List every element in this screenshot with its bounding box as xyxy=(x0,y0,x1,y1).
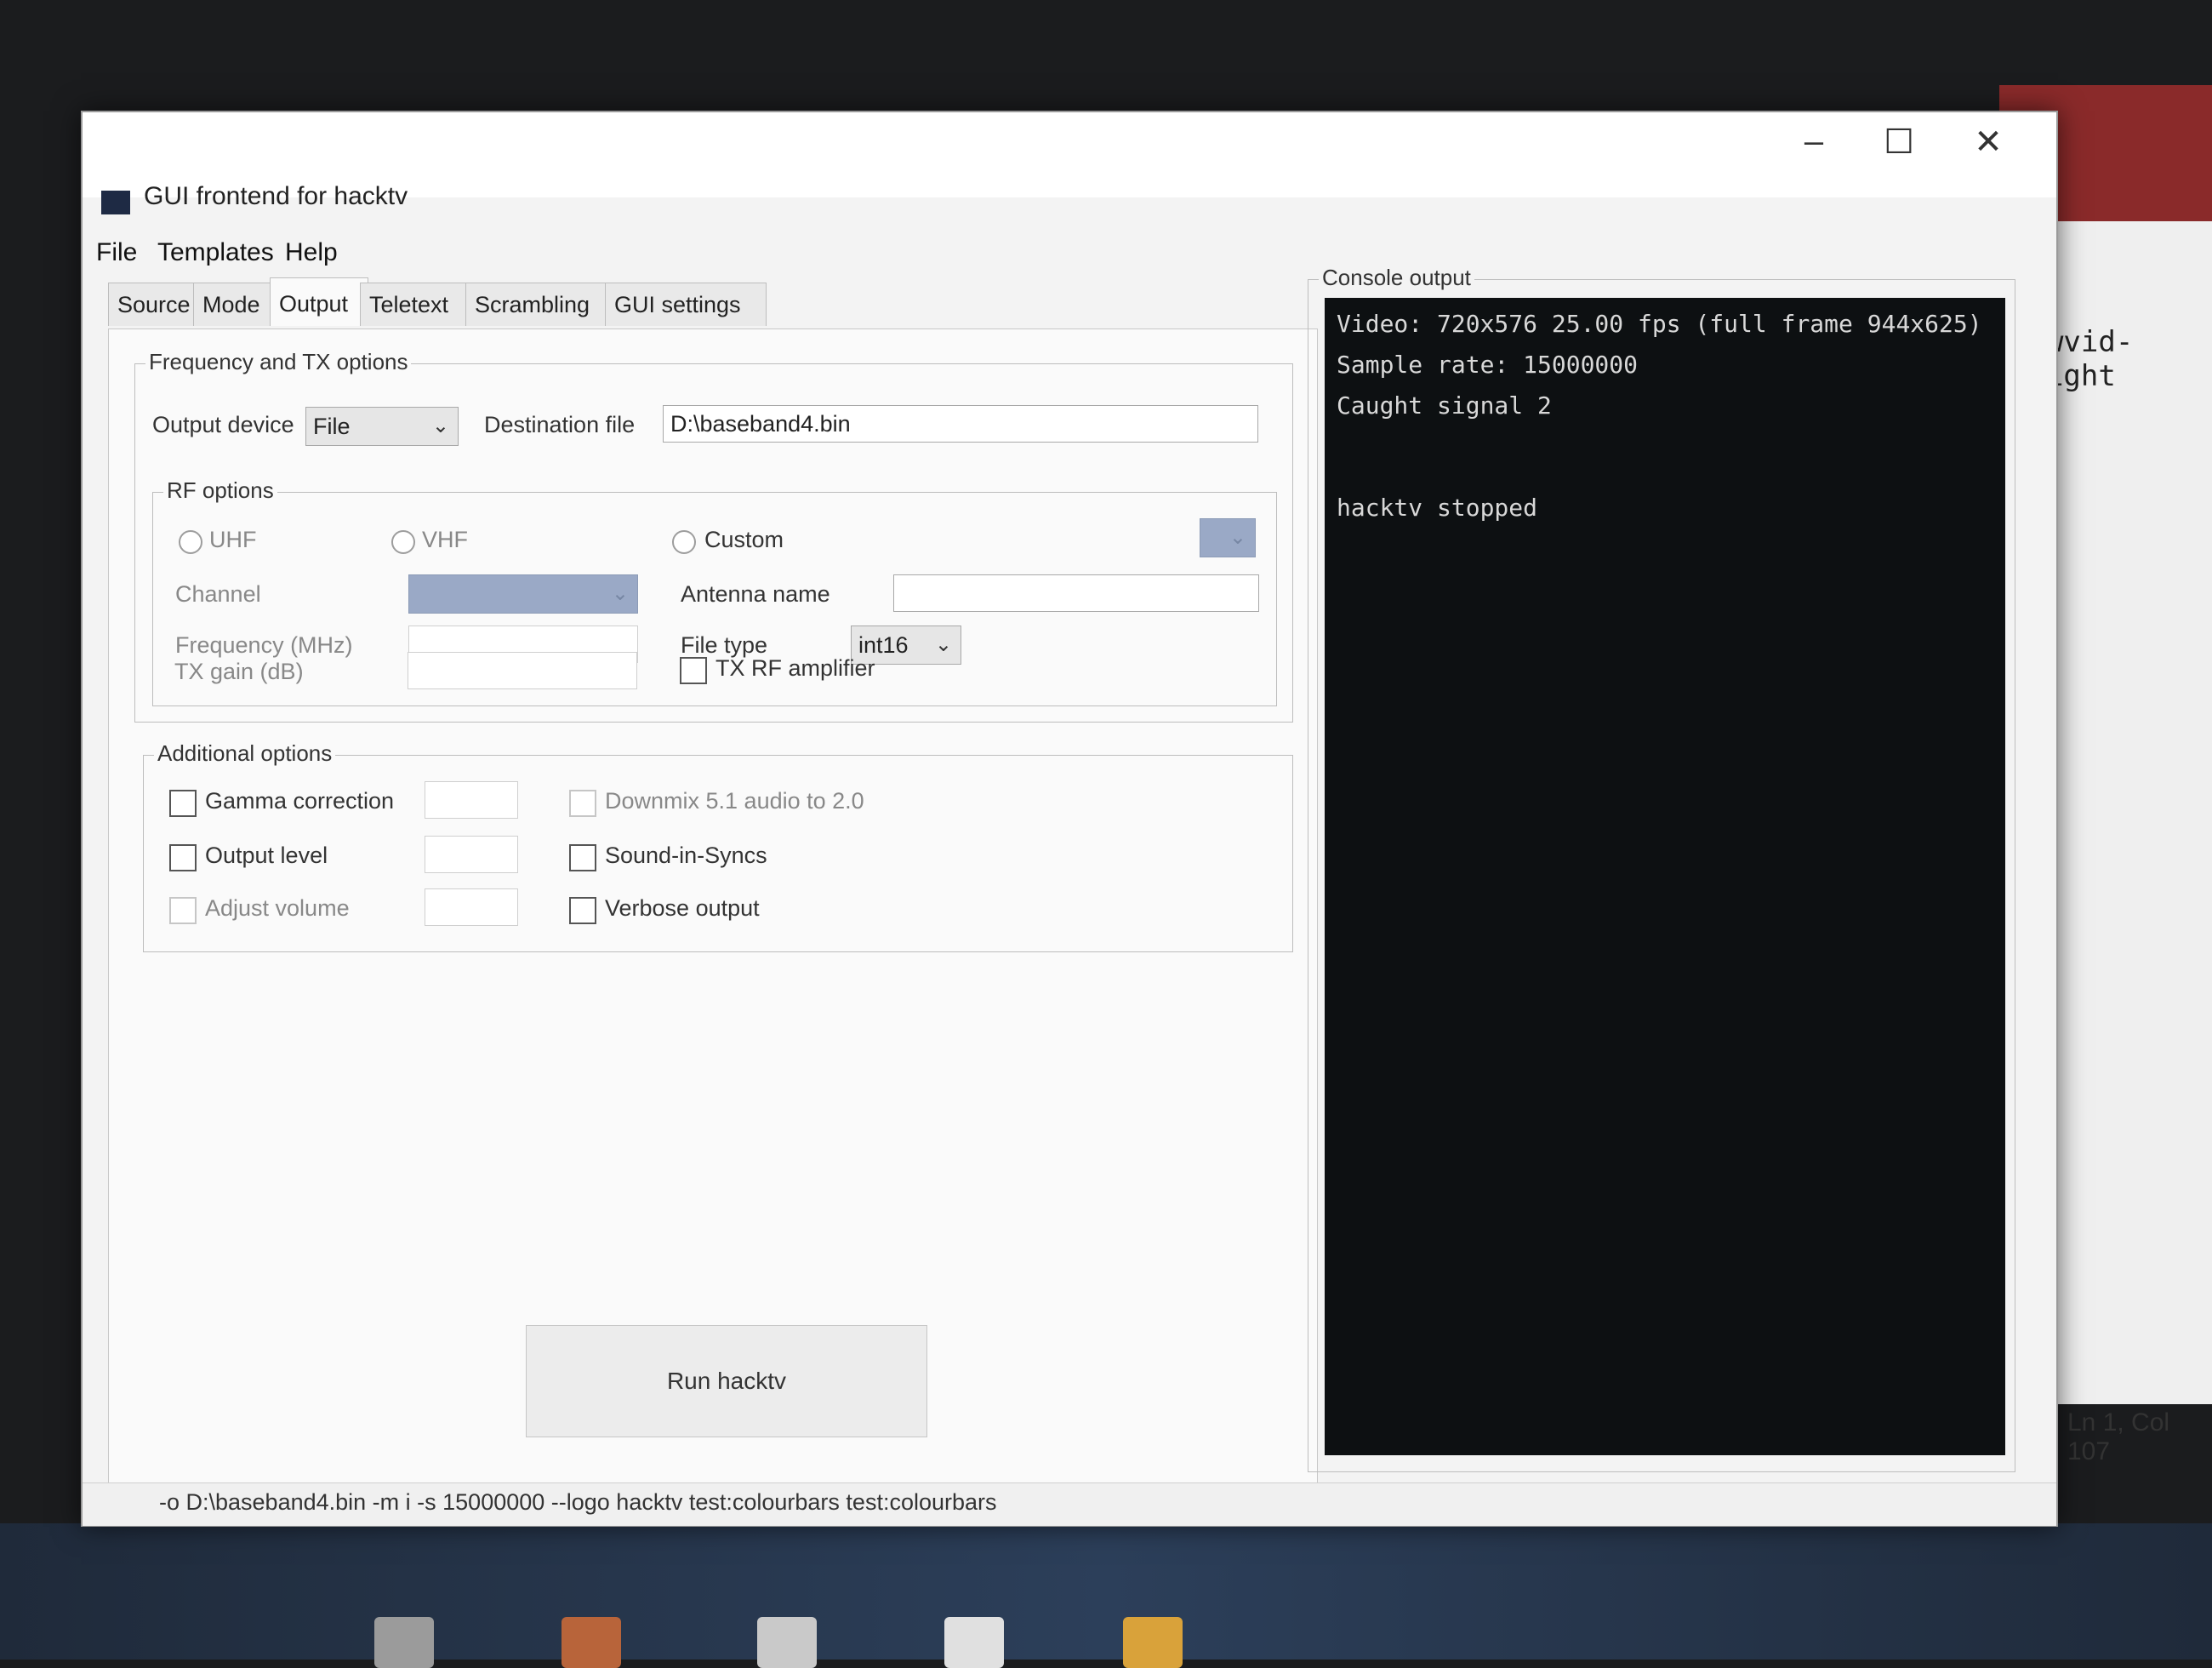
chevron-down-icon: ⌄ xyxy=(431,414,449,437)
verbose-output-label: Verbose output xyxy=(605,895,760,921)
tab-source[interactable]: Source xyxy=(108,283,202,326)
close-button[interactable]: ✕ xyxy=(1958,123,2018,162)
maximize-button[interactable]: ☐ xyxy=(1869,123,1929,162)
output-level-label: Output level xyxy=(205,843,328,868)
tx-gain-label: TX gain (dB) xyxy=(174,659,304,684)
uhf-label: UHF xyxy=(209,527,257,552)
gamma-correction-checkbox[interactable] xyxy=(169,790,197,817)
sound-in-syncs-checkbox[interactable] xyxy=(569,844,596,871)
tab-teletext[interactable]: Teletext xyxy=(360,283,474,326)
chevron-down-icon: ⌄ xyxy=(934,633,952,656)
rf-options-group-title: RF options xyxy=(163,477,277,504)
tab-gui-settings[interactable]: GUI settings xyxy=(605,283,767,326)
command-line-status: -o D:\baseband4.bin -m i -s 15000000 --l… xyxy=(159,1489,997,1515)
tx-rf-amplifier-checkbox[interactable] xyxy=(680,657,707,684)
tab-mode[interactable]: Mode xyxy=(193,283,278,326)
tx-gain-input[interactable] xyxy=(408,652,637,689)
output-device-label: Output device xyxy=(152,412,294,437)
output-level-input[interactable] xyxy=(425,836,518,873)
tx-rf-amplifier-label: TX RF amplifier xyxy=(715,655,875,681)
chevron-down-icon: ⌄ xyxy=(611,582,629,605)
frequency-label: Frequency (MHz) xyxy=(175,632,353,658)
additional-options-group-title: Additional options xyxy=(154,740,336,767)
output-device-value: File xyxy=(313,414,351,439)
downmix-label: Downmix 5.1 audio to 2.0 xyxy=(605,788,864,814)
verbose-output-checkbox[interactable] xyxy=(569,897,596,924)
adjust-volume-checkbox[interactable] xyxy=(169,897,197,924)
custom-select[interactable]: ⌄ xyxy=(1200,518,1256,557)
console-line: Sample rate: 15000000 xyxy=(1337,351,1639,379)
tab-scrambling[interactable]: Scrambling xyxy=(465,283,613,326)
hacktv-window: GUI frontend for hacktv – ☐ ✕ File Templ… xyxy=(81,111,2058,1527)
taskbar-app-icon[interactable] xyxy=(1123,1617,1183,1668)
taskbar-app-icon[interactable] xyxy=(944,1617,1004,1668)
file-type-value: int16 xyxy=(858,632,909,658)
uhf-radio[interactable] xyxy=(179,530,202,554)
vhf-radio[interactable] xyxy=(391,530,415,554)
taskbar-app-icon[interactable] xyxy=(757,1617,817,1668)
gamma-correction-label: Gamma correction xyxy=(205,788,395,814)
menu-templates[interactable]: Templates xyxy=(157,238,274,267)
desktop-taskbar xyxy=(0,1523,2212,1659)
chevron-down-icon: ⌄ xyxy=(1229,526,1246,549)
menu-bar xyxy=(83,231,2056,274)
output-level-checkbox[interactable] xyxy=(169,844,197,871)
console-output-title: Console output xyxy=(1319,265,1474,291)
gamma-correction-input[interactable] xyxy=(425,781,518,819)
taskbar-app-icon[interactable] xyxy=(562,1617,621,1668)
run-hacktv-button[interactable]: Run hacktv xyxy=(526,1325,927,1437)
adjust-volume-label: Adjust volume xyxy=(205,895,350,921)
window-title: GUI frontend for hacktv xyxy=(144,182,408,210)
channel-label: Channel xyxy=(175,581,261,607)
channel-select[interactable]: ⌄ xyxy=(408,574,638,614)
destination-file-label: Destination file xyxy=(484,412,636,437)
output-tab-panel: Frequency and TX options Output device F… xyxy=(108,328,1318,1483)
sound-in-syncs-label: Sound-in-Syncs xyxy=(605,843,767,868)
custom-radio[interactable] xyxy=(672,530,696,554)
antenna-name-label: Antenna name xyxy=(681,581,830,607)
rf-options-group: RF options UHF VHF Custom ⌄ Channel ⌄ An… xyxy=(152,477,1277,706)
vhf-label: VHF xyxy=(422,527,468,552)
antenna-name-input[interactable] xyxy=(893,574,1259,612)
console-line: Caught signal 2 xyxy=(1337,391,1552,420)
console-line: hacktv stopped xyxy=(1337,494,1538,522)
output-device-select[interactable]: File ⌄ xyxy=(305,407,459,446)
menu-help[interactable]: Help xyxy=(285,238,338,267)
tab-output[interactable]: Output xyxy=(270,277,368,326)
custom-label: Custom xyxy=(704,527,784,552)
console-line: Video: 720x576 25.00 fps (full frame 944… xyxy=(1337,310,1982,338)
adjust-volume-input[interactable] xyxy=(425,888,518,926)
frequency-tx-group: Frequency and TX options Output device F… xyxy=(134,349,1293,723)
app-icon xyxy=(101,191,130,214)
taskbar-app-icon[interactable] xyxy=(374,1617,434,1668)
destination-file-input[interactable]: D:\baseband4.bin xyxy=(663,405,1258,443)
minimize-button[interactable]: – xyxy=(1784,123,1844,161)
downmix-checkbox[interactable] xyxy=(569,790,596,817)
additional-options-group: Additional options Gamma correction Outp… xyxy=(143,740,1293,952)
console-output[interactable]: Video: 720x576 25.00 fps (full frame 944… xyxy=(1325,298,2005,1455)
frequency-tx-group-title: Frequency and TX options xyxy=(145,349,412,375)
menu-file[interactable]: File xyxy=(96,238,137,267)
background-editor-status: Ln 1, Col 107 xyxy=(2067,1408,2170,1465)
